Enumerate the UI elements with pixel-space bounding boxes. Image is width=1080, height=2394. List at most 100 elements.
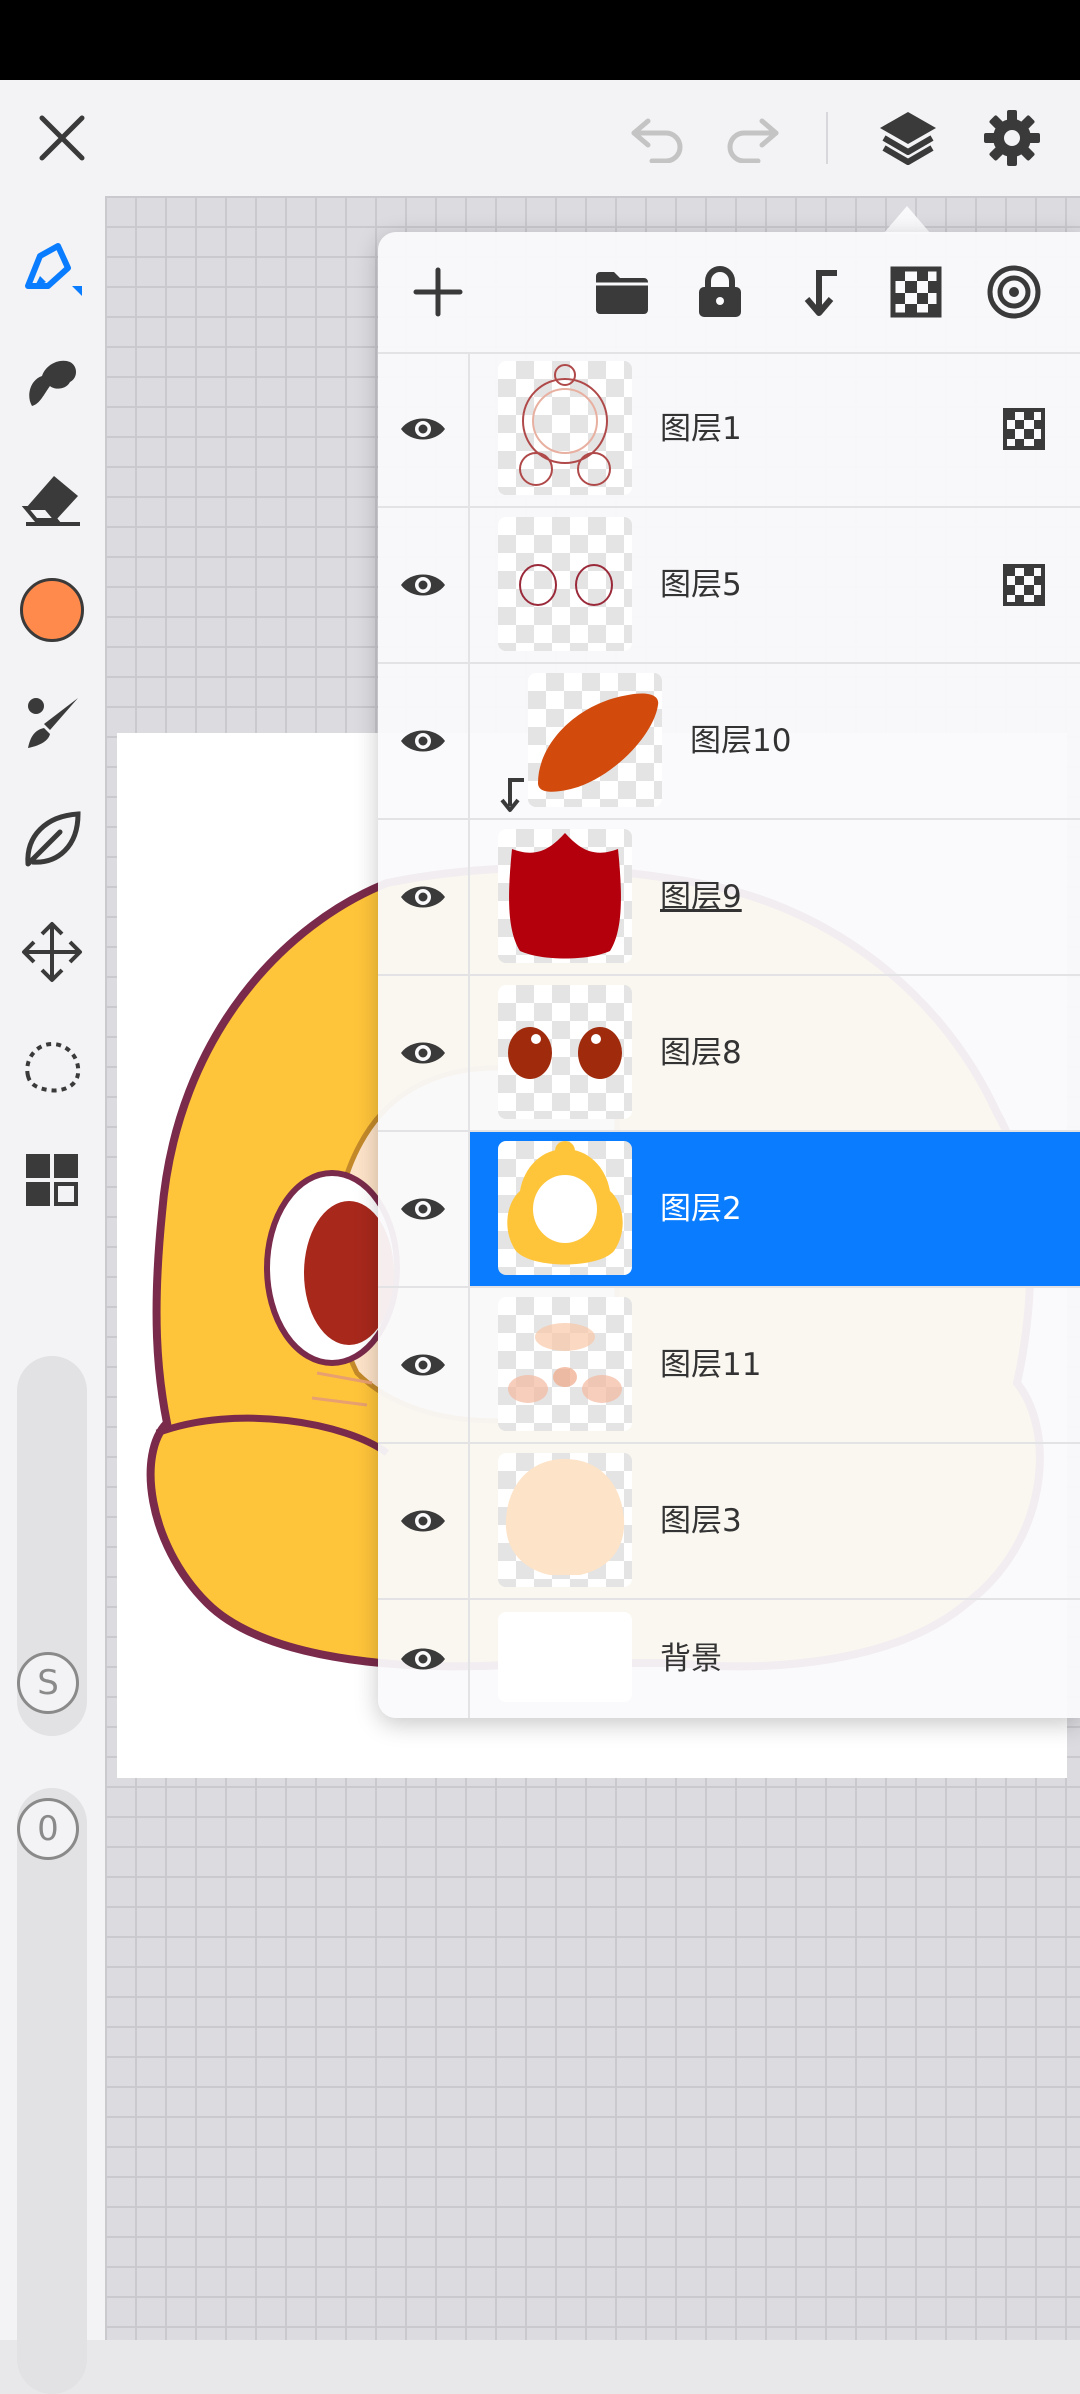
alpha-lock-icon: [1003, 408, 1045, 450]
color-swatch[interactable]: [10, 568, 94, 652]
visibility-toggle[interactable]: [378, 820, 470, 974]
status-bar: [0, 0, 1080, 80]
eraser-tool[interactable]: [10, 454, 94, 538]
layers-button[interactable]: [864, 94, 952, 182]
clip-icon: [804, 270, 837, 316]
gallery-tool[interactable]: [10, 1138, 94, 1222]
smudge-icon: [29, 360, 76, 406]
reference-layer-button[interactable]: [982, 260, 1046, 324]
lasso-select-icon: [25, 1041, 81, 1093]
layer-row[interactable]: 图层1: [378, 352, 1080, 508]
size-slider[interactable]: S: [17, 1356, 87, 1736]
layers-icon: [880, 112, 936, 165]
leaf-icon: [25, 811, 81, 867]
close-button[interactable]: [22, 98, 102, 178]
layer-name: 背景: [660, 1641, 722, 1677]
eye-icon: [401, 730, 445, 752]
visibility-toggle[interactable]: [378, 1288, 470, 1442]
move-tool[interactable]: [10, 910, 94, 994]
layer-row-background[interactable]: 背景: [378, 1600, 1080, 1718]
visibility-toggle[interactable]: [378, 1600, 470, 1718]
layer-panel-arrow: [883, 206, 931, 234]
eye-icon: [401, 1354, 445, 1376]
visibility-toggle[interactable]: [378, 1444, 470, 1598]
layer-name: 图层9: [660, 879, 742, 915]
folder-icon: [596, 272, 648, 314]
layer-name: 图层8: [660, 1035, 742, 1071]
paint-brush-icon: [28, 698, 78, 748]
layer-row[interactable]: 图层11: [378, 1288, 1080, 1444]
pen-icon: [25, 243, 82, 296]
layer-row[interactable]: 图层8: [378, 976, 1080, 1132]
layer-row[interactable]: 图层5: [378, 508, 1080, 664]
size-slider-label: S: [37, 1663, 59, 1703]
new-folder-button[interactable]: [590, 260, 654, 324]
eye-icon: [401, 1198, 445, 1220]
layer-row-selected[interactable]: 图层2: [378, 1132, 1080, 1288]
opacity-slider[interactable]: 0: [17, 1788, 87, 2394]
layer-thumbnail: [498, 985, 632, 1119]
layer-name: 图层3: [660, 1503, 742, 1539]
visibility-toggle[interactable]: [378, 352, 470, 506]
eye-icon: [401, 886, 445, 908]
close-icon: [39, 115, 85, 161]
layer-thumbnail: [528, 673, 662, 807]
visibility-toggle[interactable]: [378, 664, 470, 818]
settings-icon: [984, 110, 1040, 166]
layer-name: 图层5: [660, 567, 742, 603]
smudge-tool[interactable]: [10, 340, 94, 424]
transparency-icon: [890, 266, 942, 318]
layer-row[interactable]: 图层10: [378, 664, 1080, 820]
layer-name: 图层1: [660, 411, 742, 447]
undo-button[interactable]: [618, 98, 698, 178]
grid-icon: [26, 1154, 78, 1206]
eraser-icon: [21, 476, 80, 526]
visibility-toggle[interactable]: [378, 508, 470, 662]
layer-thumbnail: [498, 517, 632, 651]
layer-thumbnail: [498, 1453, 632, 1587]
background-thumbnail: [498, 1612, 632, 1702]
eye-icon: [401, 574, 445, 596]
add-layer-icon: [413, 267, 463, 317]
clip-layer-button[interactable]: [786, 260, 850, 324]
layer-row[interactable]: 图层3: [378, 1444, 1080, 1600]
lock-icon: [699, 266, 741, 317]
color-circle-icon: [20, 578, 84, 642]
redo-button[interactable]: [712, 98, 792, 178]
clipping-indicator-icon: [500, 778, 524, 812]
lasso-fill-tool[interactable]: [10, 796, 94, 880]
layer-panel-toolbar: [378, 232, 1080, 354]
layer-thumbnail: [498, 829, 632, 963]
brush-settings-tool[interactable]: [10, 682, 94, 766]
eye-icon: [401, 1648, 445, 1670]
layer-name: 图层2: [660, 1191, 742, 1227]
lock-layer-button[interactable]: [688, 260, 752, 324]
eye-icon: [401, 1510, 445, 1532]
visibility-toggle[interactable]: [378, 976, 470, 1130]
layer-name: 图层11: [660, 1347, 762, 1383]
eye-icon: [401, 1042, 445, 1064]
target-icon: [987, 265, 1041, 319]
opacity-slider-label: 0: [37, 1809, 59, 1849]
layer-thumbnail: [498, 361, 632, 495]
opacity-slider-knob[interactable]: 0: [17, 1798, 79, 1860]
visibility-toggle[interactable]: [378, 1132, 470, 1286]
layer-name: 图层10: [690, 723, 792, 759]
selection-tool[interactable]: [10, 1024, 94, 1108]
alpha-lock-icon: [1003, 564, 1045, 606]
top-bar-divider: [826, 112, 828, 164]
settings-button[interactable]: [968, 94, 1056, 182]
layer-panel: 图层1 图层5 图层10 图层9 图层8 图层2 图层11 图层3 背景: [378, 232, 1080, 1718]
redo-icon: [727, 118, 779, 163]
layer-thumbnail: [498, 1297, 632, 1431]
layer-thumbnail: [498, 1141, 632, 1275]
add-layer-button[interactable]: [406, 260, 470, 324]
top-bar: [0, 80, 1080, 196]
transparency-lock-button[interactable]: [884, 260, 948, 324]
layer-row[interactable]: 图层9: [378, 820, 1080, 976]
brush-tool[interactable]: [10, 226, 94, 310]
size-slider-knob[interactable]: S: [17, 1652, 79, 1714]
undo-icon: [631, 118, 683, 163]
eye-icon: [401, 418, 445, 440]
left-toolbar: S 0: [0, 196, 105, 2394]
